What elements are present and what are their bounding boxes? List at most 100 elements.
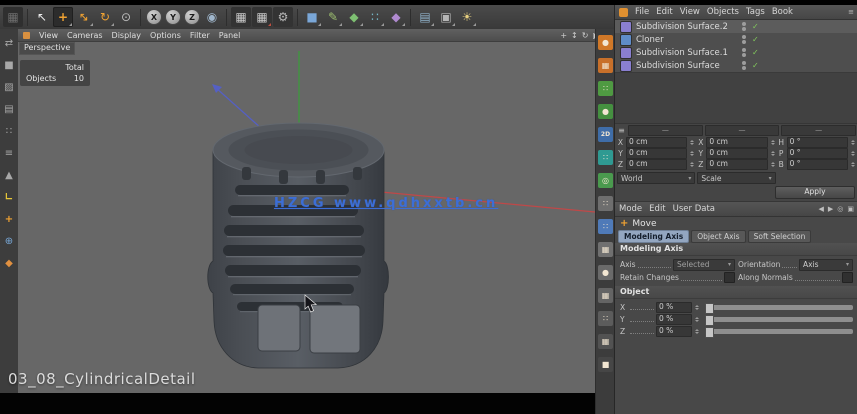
tab-soft-selection[interactable]: Soft Selection bbox=[747, 230, 812, 243]
dot-grid-icon[interactable]: ∷ bbox=[598, 196, 613, 211]
object-label[interactable]: Cloner bbox=[636, 35, 732, 45]
move-tool[interactable]: + bbox=[53, 7, 73, 27]
history-back-icon[interactable]: ◀ bbox=[818, 205, 823, 213]
zoom-view-icon[interactable]: ↕ bbox=[571, 31, 578, 40]
snap-icon[interactable]: ⊕ bbox=[2, 234, 16, 248]
object-row[interactable]: Subdivision Surface.2 ✓ bbox=[615, 20, 857, 33]
teal-dots-icon[interactable]: ∷ bbox=[598, 150, 613, 165]
coord-header-position[interactable]: — bbox=[628, 125, 703, 136]
om-menu-edit[interactable]: Edit bbox=[656, 7, 672, 17]
om-panel-menu-icon[interactable]: ≡ bbox=[848, 8, 854, 16]
pos-y-field[interactable]: 0 cm bbox=[626, 148, 688, 159]
enabled-check-icon[interactable]: ✓ bbox=[752, 61, 759, 70]
rotate-tool[interactable]: ↻ bbox=[95, 7, 115, 27]
viewport-menu-filter[interactable]: Filter bbox=[190, 31, 210, 40]
blue-dot-grid-icon[interactable]: ∷ bbox=[598, 219, 613, 234]
spline-pen-button[interactable]: ✎ bbox=[323, 7, 343, 27]
offset-y-slider[interactable] bbox=[705, 314, 853, 326]
retain-changes-checkbox[interactable] bbox=[724, 272, 735, 283]
edges-mode-icon[interactable]: ≡ bbox=[2, 146, 16, 160]
axis-dropdown[interactable]: Selected ▾ bbox=[673, 258, 735, 271]
coord-header-size[interactable]: — bbox=[704, 125, 780, 136]
perspective-viewport[interactable]: View Cameras Display Options Filter Pane… bbox=[18, 29, 595, 393]
spinner[interactable] bbox=[689, 151, 695, 156]
scale-tool[interactable]: ↔ bbox=[74, 7, 94, 27]
green-points-icon[interactable]: ∷ bbox=[598, 81, 613, 96]
texture-mode-icon[interactable]: ▨ bbox=[2, 80, 16, 94]
offset-z-slider[interactable] bbox=[705, 326, 853, 338]
size-y-field[interactable]: 0 cm bbox=[706, 148, 768, 159]
orange-sphere-icon[interactable]: ● bbox=[598, 35, 613, 50]
tab-object-axis[interactable]: Object Axis bbox=[691, 230, 746, 243]
slider-knob[interactable] bbox=[705, 314, 714, 326]
2d-view-icon[interactable]: 2D bbox=[598, 127, 613, 142]
offset-x-slider[interactable] bbox=[705, 302, 853, 314]
coord-header-rotation[interactable]: — bbox=[781, 125, 857, 136]
render-view-button[interactable]: ▦ bbox=[231, 7, 251, 27]
spinner[interactable] bbox=[689, 140, 695, 145]
along-normals-checkbox[interactable] bbox=[842, 272, 853, 283]
coordinate-mode-icon[interactable]: + bbox=[2, 212, 16, 226]
enabled-check-icon[interactable]: ✓ bbox=[752, 48, 759, 57]
rot-h-field[interactable]: 0 ° bbox=[786, 137, 848, 148]
live-selection-tool[interactable]: ↖ bbox=[32, 7, 52, 27]
visibility-dots-icon[interactable] bbox=[742, 48, 746, 57]
green-sphere-icon[interactable]: ● bbox=[598, 104, 613, 119]
viewport-menu-panel[interactable]: Panel bbox=[219, 31, 241, 40]
slider-knob[interactable] bbox=[705, 326, 714, 338]
attr-menu-edit[interactable]: Edit bbox=[649, 204, 665, 214]
slider-knob[interactable] bbox=[705, 302, 714, 314]
add-light-button[interactable]: ☀ bbox=[457, 7, 477, 27]
size-z-field[interactable]: 0 cm bbox=[706, 159, 768, 170]
history-forward-icon[interactable]: ▶ bbox=[828, 205, 833, 213]
render-to-picture-viewer-button[interactable]: ▦ bbox=[252, 7, 272, 27]
render-settings-button[interactable]: ⚙ bbox=[273, 7, 293, 27]
pos-z-field[interactable]: 0 cm bbox=[626, 159, 688, 170]
spinner[interactable] bbox=[850, 162, 856, 167]
spinner[interactable] bbox=[850, 140, 856, 145]
spinner[interactable] bbox=[694, 316, 700, 322]
section-object[interactable]: Object bbox=[615, 286, 857, 299]
add-camera-button[interactable]: ▣ bbox=[436, 7, 456, 27]
make-editable-icon[interactable]: ⇄ bbox=[2, 36, 16, 50]
space-dropdown[interactable]: World ▾ bbox=[617, 172, 696, 184]
last-used-tool[interactable]: ⊙ bbox=[116, 7, 136, 27]
mograph-button[interactable]: ∷ bbox=[365, 7, 385, 27]
gray-sphere-icon[interactable]: ● bbox=[598, 265, 613, 280]
offset-x-field[interactable]: 0 % bbox=[656, 301, 692, 313]
camera-label[interactable]: Perspective bbox=[19, 42, 76, 55]
workplane-mode-icon[interactable]: ▤ bbox=[2, 102, 16, 116]
visibility-dots-icon[interactable] bbox=[742, 35, 746, 44]
viewport-menu-display[interactable]: Display bbox=[112, 31, 142, 40]
enabled-check-icon[interactable]: ✓ bbox=[752, 35, 759, 44]
orientation-dropdown[interactable]: Axis ▾ bbox=[799, 258, 853, 271]
cylinder-model[interactable] bbox=[207, 122, 389, 369]
spinner[interactable] bbox=[694, 304, 700, 310]
apply-button[interactable]: Apply bbox=[775, 186, 855, 199]
attr-menu-mode[interactable]: Mode bbox=[619, 204, 642, 214]
object-row[interactable]: Subdivision Surface ✓ bbox=[615, 59, 857, 72]
enabled-check-icon[interactable]: ✓ bbox=[752, 22, 759, 31]
object-label[interactable]: Subdivision Surface bbox=[636, 61, 732, 71]
viewport-menu-icon[interactable] bbox=[23, 31, 30, 39]
axis-lock-z-button[interactable]: Z bbox=[184, 9, 200, 25]
rot-p-field[interactable]: 0 ° bbox=[786, 148, 848, 159]
size-x-field[interactable]: 0 cm bbox=[706, 137, 768, 148]
axis-mode-icon[interactable]: ∟ bbox=[2, 190, 16, 204]
add-cube-button[interactable]: ■ bbox=[302, 7, 322, 27]
attr-menu-userdata[interactable]: User Data bbox=[673, 204, 715, 214]
polygons-mode-icon[interactable]: ▲ bbox=[2, 168, 16, 182]
object-label[interactable]: Subdivision Surface.2 bbox=[636, 22, 732, 32]
tab-modeling-axis[interactable]: Modeling Axis bbox=[618, 230, 690, 243]
object-row[interactable]: Subdivision Surface.1 ✓ bbox=[615, 46, 857, 59]
om-menu-objects[interactable]: Objects bbox=[707, 7, 739, 17]
app-menu-icon[interactable]: ▦ bbox=[3, 7, 23, 27]
green-ring-icon[interactable]: ◎ bbox=[598, 173, 613, 188]
add-generator-button[interactable]: ◆ bbox=[344, 7, 364, 27]
points-mode-icon[interactable]: ∷ bbox=[2, 124, 16, 138]
viewport-canvas[interactable] bbox=[18, 29, 595, 393]
offset-y-field[interactable]: 0 % bbox=[656, 313, 692, 325]
search-icon[interactable]: ◎ bbox=[837, 205, 843, 213]
dark-grid-icon[interactable]: ▦ bbox=[598, 334, 613, 349]
visibility-dots-icon[interactable] bbox=[742, 61, 746, 70]
